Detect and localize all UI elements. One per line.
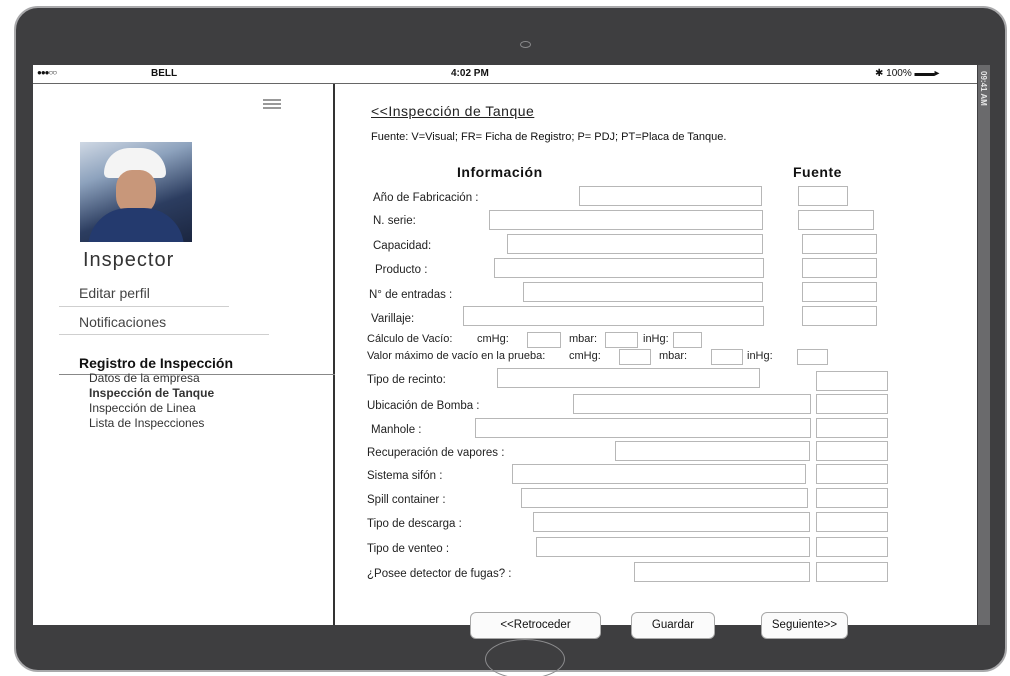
tipo-venteo-input[interactable] (536, 537, 810, 557)
side-strip: 09:41 AM (978, 65, 990, 625)
hamburger-menu-icon[interactable] (263, 99, 281, 111)
divider (59, 334, 269, 335)
menu-item-notificaciones[interactable]: Notificaciones (79, 314, 166, 330)
calc-mbar-label: mbar: (569, 333, 598, 345)
spill-container-fuente-input[interactable] (816, 488, 888, 508)
tipo-descarga-input[interactable] (533, 512, 810, 532)
tipo-descarga-fuente-input[interactable] (816, 512, 888, 532)
calc-cmhg-label: cmHg: (477, 333, 509, 345)
calc-inhg-input[interactable] (673, 332, 702, 348)
n-entradas-input[interactable] (523, 282, 763, 302)
status-bar: ●●●○○ BELL 4:02 PM ✱ 100% ▬▬▸ (33, 65, 977, 84)
screen: ●●●○○ BELL 4:02 PM ✱ 100% ▬▬▸ Inspector … (33, 65, 977, 639)
menu-group-registro[interactable]: Registro de Inspección (79, 355, 233, 371)
n-serie-input[interactable] (489, 210, 763, 230)
tipo-venteo-fuente-input[interactable] (816, 537, 888, 557)
calc-cmhg-input[interactable] (527, 332, 561, 348)
field-label-ano-fabricacion: Año de Fabricación : (373, 192, 479, 204)
field-label-producto: Producto : (375, 264, 428, 276)
spill-container-input[interactable] (521, 488, 808, 508)
capacidad-input[interactable] (507, 234, 763, 254)
manhole-fuente-input[interactable] (816, 418, 888, 438)
avatar (80, 142, 192, 242)
carrier-name: BELL (151, 68, 178, 79)
sidebar: Inspector Editar perfil Notificaciones R… (33, 84, 335, 625)
producto-input[interactable] (494, 258, 764, 278)
detector-fugas-input[interactable] (634, 562, 810, 582)
column-header-informacion: Información (457, 164, 543, 180)
field-label-n-serie: N. serie: (373, 215, 416, 227)
menu-item-inspeccion-linea[interactable]: Inspección de Linea (89, 401, 196, 415)
save-button[interactable]: Guardar (631, 612, 715, 639)
field-label-capacidad: Capacidad: (373, 240, 432, 252)
calc-inhg-label: inHg: (643, 333, 669, 345)
menu-item-lista-inspecciones[interactable]: Lista de Inspecciones (89, 416, 204, 430)
manhole-input[interactable] (475, 418, 811, 438)
max-inhg-label: inHg: (747, 350, 773, 362)
producto-fuente-input[interactable] (802, 258, 877, 278)
recuperacion-vapores-input[interactable] (615, 441, 810, 461)
max-cmhg-input[interactable] (619, 349, 651, 365)
tipo-recinto-input[interactable] (497, 368, 760, 388)
menu-item-editar-perfil[interactable]: Editar perfil (79, 285, 150, 301)
sistema-sifon-fuente-input[interactable] (816, 464, 888, 484)
user-name: Inspector (83, 249, 175, 271)
field-label-tipo-venteo: Tipo de venteo : (367, 543, 450, 555)
field-label-tipo-recinto: Tipo de recinto: (367, 374, 446, 386)
menu-item-datos-empresa[interactable]: Datos de la empresa (89, 371, 200, 385)
n-serie-fuente-input[interactable] (798, 210, 874, 230)
n-entradas-fuente-input[interactable] (802, 282, 877, 302)
max-inhg-input[interactable] (797, 349, 828, 365)
back-button[interactable]: <<Retroceder (470, 612, 601, 639)
field-label-sistema-sifon: Sistema sifón : (367, 470, 443, 482)
next-button[interactable]: Seguiente>> (761, 612, 848, 639)
capacidad-fuente-input[interactable] (802, 234, 877, 254)
field-label-recuperacion-vapores: Recuperación de vapores : (367, 447, 505, 459)
tipo-recinto-fuente-input[interactable] (816, 371, 888, 391)
camera-icon (520, 41, 531, 48)
side-strip-text: 09:41 AM (979, 71, 988, 106)
status-time: 4:02 PM (451, 68, 489, 79)
battery-icon: ✱ 100% ▬▬▸ (875, 68, 940, 79)
field-label-manhole: Manhole : (371, 424, 422, 436)
calculo-vacio-label: Cálculo de Vacío: (367, 333, 453, 345)
varillaje-fuente-input[interactable] (802, 306, 877, 326)
max-mbar-label: mbar: (659, 350, 688, 362)
detector-fugas-fuente-input[interactable] (816, 562, 888, 582)
home-button[interactable] (485, 639, 565, 676)
field-label-varillaje: Varillaje: (371, 313, 415, 325)
field-label-detector-fugas: ¿Posee detector de fugas? : (367, 568, 512, 580)
field-label-ubicacion-bomba: Ubicación de Bomba : (367, 400, 480, 412)
divider (59, 306, 229, 307)
source-legend: Fuente: V=Visual; FR= Ficha de Registro;… (371, 131, 727, 143)
varillaje-input[interactable] (463, 306, 764, 326)
column-header-fuente: Fuente (793, 164, 842, 180)
inspection-form: <<Inspección de Tanque Fuente: V=Visual;… (337, 84, 977, 639)
max-mbar-input[interactable] (711, 349, 743, 365)
signal-icon: ●●●○○ (37, 68, 57, 77)
ano-fabricacion-fuente-input[interactable] (798, 186, 848, 206)
menu-item-inspeccion-tanque[interactable]: Inspección de Tanque (89, 386, 214, 400)
field-label-n-entradas: N° de entradas : (369, 289, 453, 301)
ano-fabricacion-input[interactable] (579, 186, 762, 206)
sistema-sifon-input[interactable] (512, 464, 806, 484)
ubicacion-bomba-fuente-input[interactable] (816, 394, 888, 414)
recuperacion-vapores-fuente-input[interactable] (816, 441, 888, 461)
valor-maximo-vacio-label: Valor máximo de vacío en la prueba: (367, 350, 546, 362)
calc-mbar-input[interactable] (605, 332, 638, 348)
max-cmhg-label: cmHg: (569, 350, 601, 362)
field-label-tipo-descarga: Tipo de descarga : (367, 518, 462, 530)
ubicacion-bomba-input[interactable] (573, 394, 811, 414)
field-label-spill-container: Spill container : (367, 494, 446, 506)
back-link[interactable]: <<Inspección de Tanque (371, 103, 534, 119)
